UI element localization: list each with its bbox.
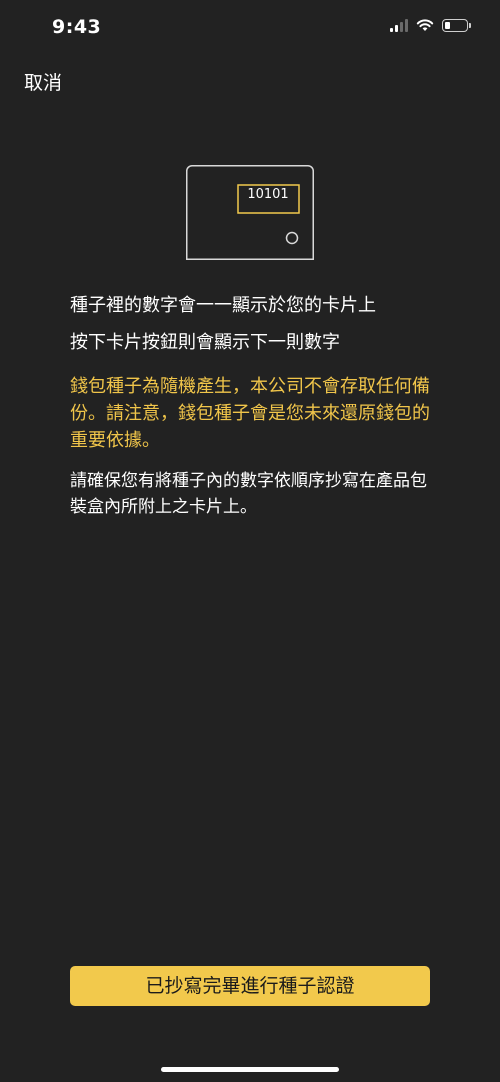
home-indicator[interactable] [161, 1067, 339, 1072]
warning-text: 錢包種子為隨機產生，本公司不會存取任何備份。請注意，錢包種子會是您未來還原錢包的… [70, 376, 430, 451]
instructions: 種子裡的數字會一一顯示於您的卡片上 按下卡片按鈕則會顯示下一則數字 錢包種子為隨… [70, 292, 440, 520]
battery-icon [442, 18, 471, 32]
status-icons [390, 18, 471, 32]
instruction-line-2: 按下卡片按鈕則會顯示下一則數字 [70, 332, 340, 353]
cancel-button[interactable]: 取消 [24, 68, 62, 95]
note-text: 請確保您有將種子內的數字依順序抄寫在產品包裝盒內所附上之卡片上。 [70, 471, 427, 517]
wifi-icon [416, 19, 434, 31]
card-device-illustration: 10101 [186, 165, 314, 260]
instruction-line-1: 種子裡的數字會一一顯示於您的卡片上 [70, 295, 376, 316]
cellular-signal-icon [390, 18, 408, 32]
card-number-display: 10101 [247, 187, 289, 202]
status-bar: 9:43 [0, 0, 500, 56]
confirm-seed-button[interactable]: 已抄寫完畢進行種子認證 [70, 966, 430, 1006]
status-time: 9:43 [52, 16, 102, 38]
card-device-icon [186, 165, 314, 260]
